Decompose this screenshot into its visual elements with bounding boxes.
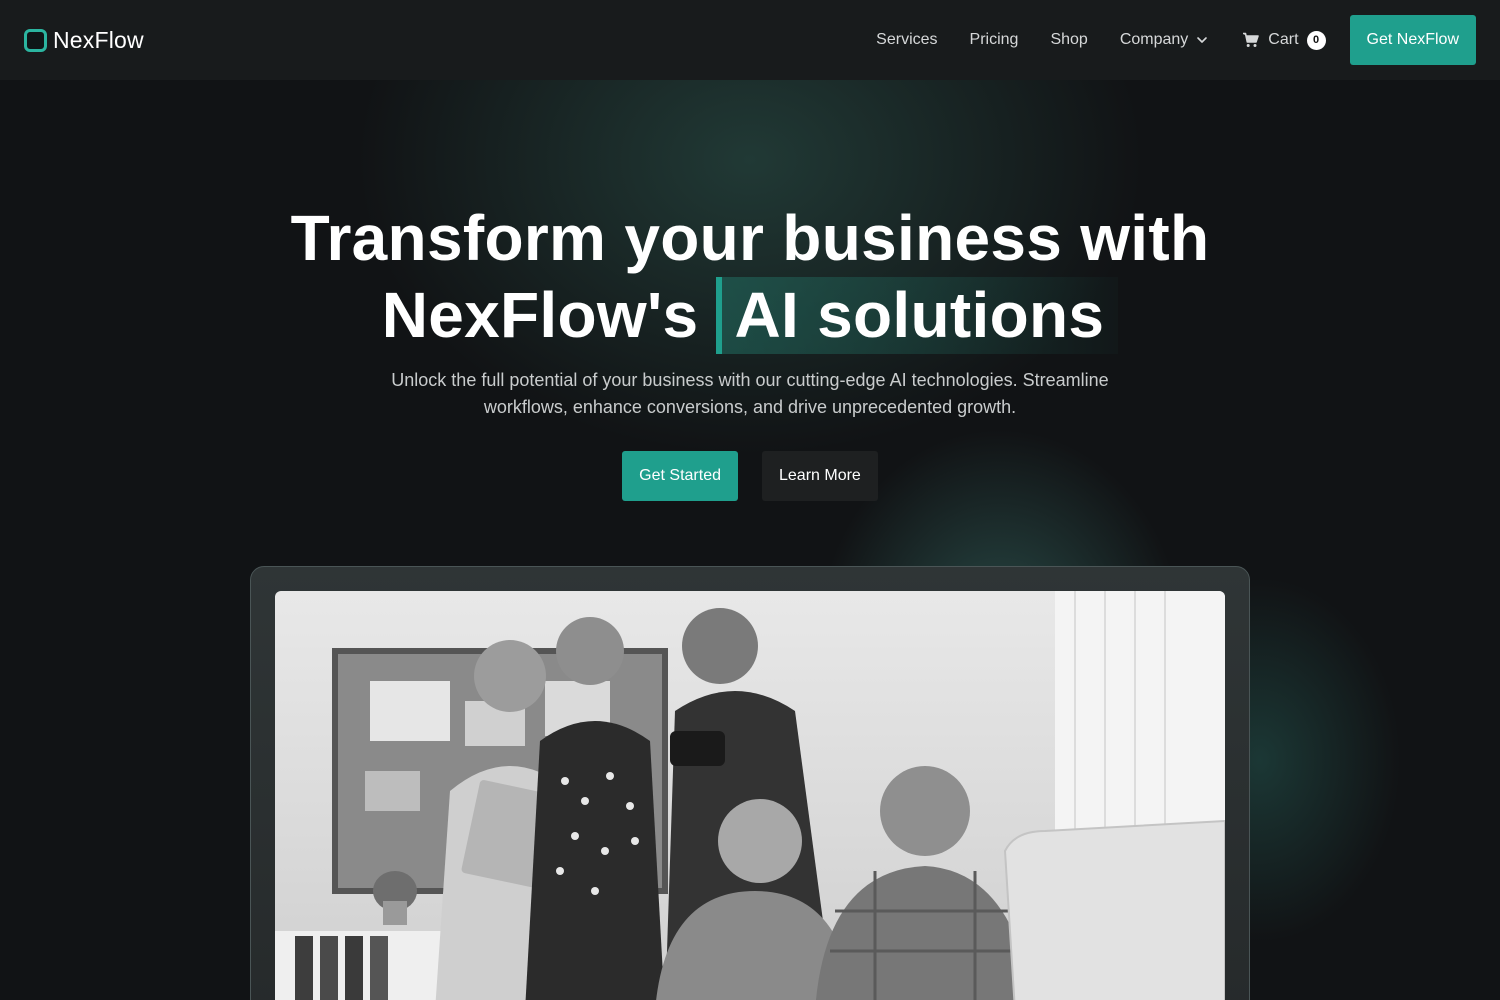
brand-logo[interactable]: NexFlow [24, 27, 144, 54]
cart-label: Cart [1268, 31, 1299, 48]
brand-name: NexFlow [53, 26, 144, 53]
learn-more-button[interactable]: Learn More [762, 451, 878, 501]
hero-title-line2-prefix: NexFlow's [381, 279, 699, 351]
logo-icon [24, 28, 47, 52]
team-photo-illustration [275, 591, 1225, 1000]
cart-button[interactable]: Cart 0 [1242, 30, 1326, 50]
get-started-button[interactable]: Get Started [622, 451, 738, 501]
cart-count-badge: 0 [1306, 30, 1326, 50]
nav-link-company-label: Company [1119, 31, 1189, 48]
hero-image-frame [250, 566, 1250, 1000]
hero-photo [275, 591, 1225, 1000]
nav-link-company[interactable]: Company [1120, 31, 1208, 49]
hero-title-line1: Transform your business with [290, 202, 1210, 274]
nav-links: Services Pricing Shop Company [876, 31, 1208, 49]
nav-link-services[interactable]: Services [876, 31, 937, 49]
hero-subtitle: Unlock the full potential of your busine… [391, 370, 1109, 417]
get-nexflow-button[interactable]: Get NexFlow [1349, 15, 1476, 65]
hero-buttons: Get Started Learn More [0, 451, 1500, 501]
nav-link-pricing[interactable]: Pricing [970, 31, 1019, 49]
chevron-down-icon [1197, 37, 1208, 43]
nav-link-shop[interactable]: Shop [1050, 31, 1087, 49]
navbar: NexFlow Services Pricing Shop Company Ca… [0, 0, 1500, 80]
cart-icon [1243, 32, 1260, 47]
hero-title: Transform your business with NexFlow's A… [0, 200, 1500, 354]
hero-title-highlight: AI solutions [716, 277, 1119, 354]
